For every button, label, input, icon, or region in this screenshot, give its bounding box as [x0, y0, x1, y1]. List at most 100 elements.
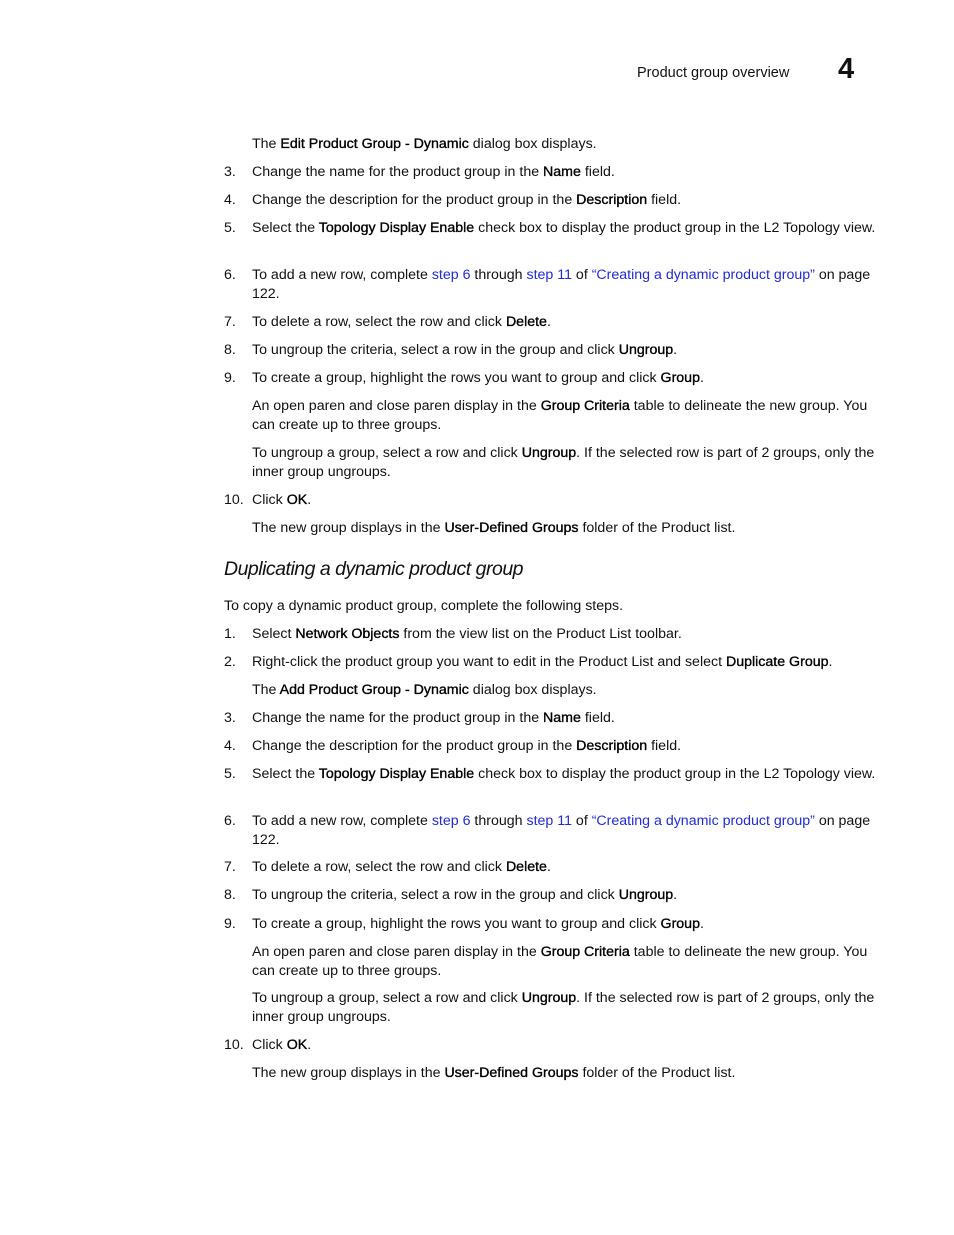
step-link[interactable]: step 6 [432, 267, 471, 283]
step-text: Right-click the product group you want t… [252, 653, 877, 672]
ui-term: Delete [505, 859, 547, 875]
text: . [307, 1037, 312, 1053]
step-number: 6. [224, 812, 236, 831]
text: 9. [224, 370, 236, 386]
text: 8. [224, 887, 236, 903]
ui-term: Group Criteria [540, 398, 630, 414]
step-text: Change the name for the product group in… [252, 163, 877, 182]
step-text: Change the description for the product g… [252, 191, 877, 210]
text: . [699, 916, 704, 932]
result-note: The new group displays in the User-Defin… [252, 1064, 877, 1083]
step-number: 5. [224, 219, 236, 238]
text: To delete a row, select the row and clic… [252, 314, 506, 330]
text: To ungroup a group, select a row and cli… [252, 990, 522, 1006]
step-text: Select Network Objects from the view lis… [252, 625, 877, 644]
ui-term: Group Criteria [540, 944, 630, 960]
text: folder of the Product list. [578, 520, 736, 536]
section-heading: Duplicating a dynamic product group [224, 558, 524, 580]
step-number: 3. [224, 709, 236, 728]
step-number: 9. [224, 915, 236, 934]
text: . [673, 887, 678, 903]
ui-term: Ungroup [521, 445, 577, 461]
note: An open paren and close paren display in… [252, 943, 877, 981]
step-text: Change the name for the product group in… [252, 709, 877, 728]
step-text: To ungroup the criteria, select a row in… [252, 886, 877, 905]
text: Click [252, 1037, 287, 1053]
text: . [307, 492, 312, 508]
cross-ref-link[interactable]: “Creating a dynamic product group” [592, 267, 815, 283]
text: 5. [224, 220, 236, 236]
text: 3. [224, 710, 236, 726]
ui-term: Duplicate Group [725, 654, 829, 670]
text: 9. [224, 916, 236, 932]
ui-term: User-Defined Groups [444, 520, 579, 536]
text: 2. [224, 654, 236, 670]
text: Select the [252, 766, 319, 782]
ui-term: OK [286, 1037, 308, 1053]
step-number: 9. [224, 369, 236, 388]
step-number: 7. [224, 313, 236, 332]
ui-term: Description [576, 192, 648, 208]
note: An open paren and close paren display in… [252, 397, 877, 435]
step-link[interactable]: step 11 [526, 267, 572, 283]
text: Change the description for the product g… [252, 738, 577, 754]
text: folder of the Product list. [578, 1065, 736, 1081]
text: The [252, 136, 281, 152]
text: Select the [252, 220, 319, 236]
ui-term: Edit Product Group - Dynamic [280, 136, 469, 152]
step-number: 10. [224, 1036, 244, 1055]
step-number: 6. [224, 266, 236, 285]
text: of [571, 267, 592, 283]
step-text: To add a new row, complete step 6 throug… [252, 812, 877, 850]
step-number: 4. [224, 737, 236, 756]
result-note: The new group displays in the User-Defin… [252, 519, 877, 538]
step-link[interactable]: step 11 [526, 813, 572, 829]
text: . [828, 654, 833, 670]
text: of [571, 813, 592, 829]
text: . [699, 370, 704, 386]
text: dialog box displays. [468, 136, 597, 152]
text: 6. [224, 267, 236, 283]
dialog-note: The Edit Product Group - Dynamic dialog … [252, 135, 877, 154]
step-number: 8. [224, 341, 236, 360]
cross-ref-link[interactable]: “Creating a dynamic product group” [592, 813, 815, 829]
text: 6. [224, 813, 236, 829]
dialog-note: The Add Product Group - Dynamic dialog b… [252, 681, 877, 700]
ui-term: Topology Display Enable [318, 220, 475, 236]
text: An open paren and close paren display in… [252, 944, 541, 960]
step-text: Select the Topology Display Enable check… [252, 219, 877, 238]
step-number: 1. [224, 625, 236, 644]
text: 8. [224, 342, 236, 358]
step-text: Click OK. [252, 491, 877, 510]
text: To delete a row, select the row and clic… [252, 859, 506, 875]
text: To create a group, highlight the rows yo… [252, 916, 661, 932]
text: 10. [224, 492, 244, 508]
ui-term: Topology Display Enable [318, 766, 475, 782]
ui-term: Delete [505, 314, 547, 330]
text: Change the description for the product g… [252, 192, 577, 208]
text: To add a new row, complete [252, 267, 432, 283]
text: Right-click the product group you want t… [252, 654, 726, 670]
text: . [673, 342, 678, 358]
ui-term: Ungroup [618, 887, 674, 903]
text: Change the name for the product group in… [252, 164, 544, 180]
text: 1. [224, 626, 236, 642]
text: Change the name for the product group in… [252, 710, 544, 726]
step-link[interactable]: step 6 [432, 813, 471, 829]
text: Click [252, 492, 287, 508]
step-number: 3. [224, 163, 236, 182]
step-number: 5. [224, 765, 236, 784]
text: To create a group, highlight the rows yo… [252, 370, 661, 386]
step-text: To create a group, highlight the rows yo… [252, 369, 877, 388]
ui-term: Ungroup [521, 990, 577, 1006]
text: 10. [224, 1037, 244, 1053]
text: To ungroup the criteria, select a row in… [252, 342, 619, 358]
text: The new group displays in the [252, 520, 445, 536]
ui-term: Name [543, 710, 581, 726]
text: The new group displays in the [252, 1065, 445, 1081]
text: through [470, 267, 527, 283]
step-text: To create a group, highlight the rows yo… [252, 915, 877, 934]
text: through [470, 813, 527, 829]
ui-term: Group [660, 916, 700, 932]
text: 3. [224, 164, 236, 180]
